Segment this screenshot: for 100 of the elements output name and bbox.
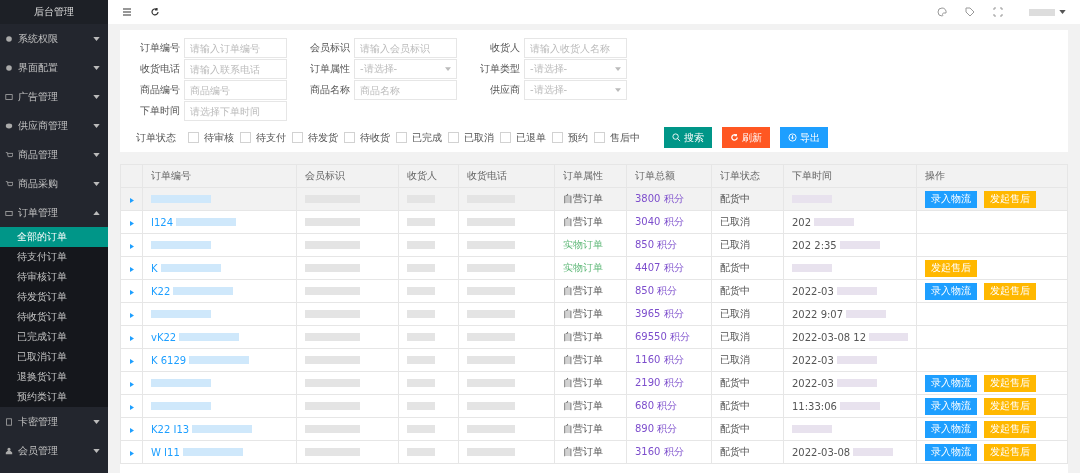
submenu-item[interactable]: 退换货订单	[0, 367, 108, 387]
caret-icon[interactable]	[1059, 10, 1066, 14]
menu-item[interactable]: 系统权限	[0, 24, 108, 53]
input-field[interactable]: 请输入会员标识	[354, 38, 457, 58]
redacted-block	[305, 401, 360, 410]
refresh-button[interactable]: 刷新	[722, 127, 770, 148]
redacted-block	[407, 217, 435, 226]
expand-icon[interactable]	[129, 450, 134, 456]
redacted-block	[836, 287, 877, 295]
action-button[interactable]: 录入物流	[925, 282, 977, 300]
checkbox[interactable]	[240, 132, 251, 143]
action-button[interactable]: 录入物流	[925, 420, 977, 438]
order-number[interactable]: K22 I13	[151, 423, 190, 435]
expand-icon[interactable]	[129, 289, 134, 295]
checkbox-label: 预约	[568, 130, 588, 145]
submenu-item[interactable]: 待收货订单	[0, 307, 108, 327]
redacted-block	[467, 263, 515, 272]
submenu-item[interactable]: 预约类订单	[0, 387, 108, 407]
table-cell: 已取消	[711, 325, 784, 349]
select-field[interactable]: -请选择-	[524, 80, 627, 100]
submenu-item[interactable]: 已取消订单	[0, 347, 108, 367]
action-button[interactable]: 发起售后	[984, 420, 1036, 438]
select-field[interactable]: -请选择-	[354, 59, 457, 79]
expand-icon[interactable]	[129, 243, 134, 249]
expand-icon[interactable]	[129, 335, 134, 341]
action-button[interactable]: 发起售后	[925, 259, 977, 277]
action-button[interactable]: 发起售后	[984, 397, 1036, 415]
menu-item[interactable]: 供应商管理	[0, 111, 108, 140]
menu-item[interactable]: 会员管理	[0, 436, 108, 465]
submenu-item[interactable]: 待支付订单	[0, 247, 108, 267]
checkbox[interactable]	[448, 132, 459, 143]
checkbox-label: 已完成	[412, 130, 442, 145]
table-cell: 已取消	[711, 210, 784, 234]
order-number[interactable]: vK22	[151, 331, 177, 343]
order-number[interactable]: K22	[151, 285, 171, 297]
menu-item[interactable]: 商品管理	[0, 140, 108, 169]
action-button[interactable]: 录入物流	[925, 397, 977, 415]
expand-icon[interactable]	[129, 381, 134, 387]
redacted-block	[151, 379, 211, 387]
table-cell: 配货中	[711, 279, 784, 303]
order-time: 202	[792, 216, 812, 228]
submenu-item[interactable]: 已完成订单	[0, 327, 108, 347]
menu-item[interactable]: 卡密管理	[0, 407, 108, 436]
action-button[interactable]: 发起售后	[984, 443, 1036, 461]
expand-icon[interactable]	[129, 358, 134, 364]
redacted-block	[151, 241, 211, 249]
palette-icon[interactable]	[937, 7, 947, 17]
redacted-block	[407, 424, 435, 433]
action-button[interactable]: 发起售后	[984, 282, 1036, 300]
checkbox-label: 待发货	[308, 130, 338, 145]
menu-item[interactable]: 商品采购	[0, 169, 108, 198]
action-button[interactable]: 录入物流	[925, 374, 977, 392]
redacted-block	[192, 425, 253, 433]
submenu-item[interactable]: 待审核订单	[0, 267, 108, 287]
menu-item[interactable]: 订单管理	[0, 198, 108, 227]
expand-icon[interactable]	[129, 197, 134, 203]
expand-icon[interactable]	[129, 404, 134, 410]
expand-icon[interactable]	[129, 312, 134, 318]
submenu-item[interactable]: 全部的订单	[0, 227, 108, 247]
checkbox[interactable]	[396, 132, 407, 143]
fullscreen-icon[interactable]	[993, 7, 1003, 17]
field-label: 会员标识	[309, 41, 350, 55]
menu-item[interactable]: 广告管理	[0, 82, 108, 111]
order-number[interactable]: I124	[151, 216, 174, 228]
column-header: 会员标识	[296, 164, 399, 188]
menu-item[interactable]: 界面配置	[0, 53, 108, 82]
checkbox[interactable]	[344, 132, 355, 143]
redacted-block	[853, 448, 894, 456]
order-number[interactable]: W I11	[151, 446, 180, 458]
redacted-block	[182, 448, 243, 456]
action-button[interactable]: 录入物流	[925, 190, 977, 208]
order-number[interactable]: K 6129	[151, 354, 187, 366]
refresh-icon[interactable]	[150, 7, 160, 17]
expand-icon[interactable]	[129, 220, 134, 226]
redacted-block	[467, 309, 515, 318]
action-button[interactable]: 发起售后	[984, 374, 1036, 392]
expand-icon[interactable]	[129, 427, 134, 433]
caret-icon	[445, 67, 451, 71]
submenu-item[interactable]: 待发货订单	[0, 287, 108, 307]
checkbox[interactable]	[594, 132, 605, 143]
order-number[interactable]: K	[151, 262, 158, 274]
field-label: 订单状态	[135, 130, 176, 145]
checkbox[interactable]	[188, 132, 199, 143]
table-cell: 890 积分	[626, 417, 712, 441]
action-button[interactable]: 发起售后	[984, 190, 1036, 208]
action-button[interactable]: 录入物流	[925, 443, 977, 461]
search-icon	[672, 133, 681, 142]
tag-icon[interactable]	[965, 7, 975, 17]
checkbox[interactable]	[292, 132, 303, 143]
select-field[interactable]: -请选择-	[524, 59, 627, 79]
input-field[interactable]: 请输入收货人名称	[524, 38, 627, 58]
redacted-block	[305, 263, 360, 272]
table-cell: 已取消	[711, 233, 784, 257]
expand-icon[interactable]	[129, 266, 134, 272]
order-time: 2022-03	[792, 285, 834, 297]
checkbox[interactable]	[500, 132, 511, 143]
export-button[interactable]: 导出	[780, 127, 828, 148]
input-field[interactable]: 请输入联系电话	[184, 59, 287, 79]
checkbox[interactable]	[552, 132, 563, 143]
search-button[interactable]: 搜索	[664, 127, 712, 148]
